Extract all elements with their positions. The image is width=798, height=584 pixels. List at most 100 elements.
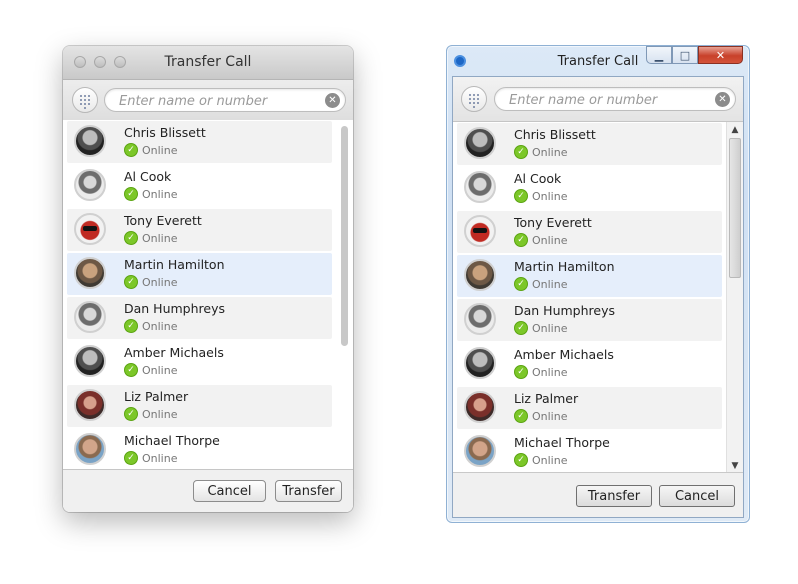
status-label: Online — [142, 187, 178, 201]
contact-row[interactable]: Tony Everett ✓ Online — [453, 210, 743, 254]
avatar — [74, 169, 106, 201]
contact-row[interactable]: Chris Blissett ✓ Online — [63, 120, 353, 164]
contact-name: Tony Everett — [124, 213, 202, 228]
clear-icon[interactable]: ✕ — [325, 93, 340, 108]
avatar — [74, 433, 106, 465]
contact-row[interactable]: Amber Michaels ✓ Online — [63, 340, 353, 384]
status-label: Online — [142, 275, 178, 289]
cancel-button[interactable]: Cancel — [193, 480, 266, 502]
contact-name: Chris Blissett — [124, 125, 206, 140]
avatar — [464, 259, 496, 291]
status-label: Online — [142, 231, 178, 245]
scrollbar-thumb[interactable] — [729, 138, 741, 278]
contact-list[interactable]: Chris Blissett ✓ Online Al Cook ✓ Online Tony … — [63, 120, 353, 512]
online-check-icon: ✓ — [124, 143, 138, 157]
status-label: Online — [532, 277, 568, 291]
contact-row[interactable]: Martin Hamilton ✓ Online — [63, 252, 353, 296]
contact-name: Chris Blissett — [514, 127, 596, 142]
avatar — [464, 347, 496, 379]
contact-row[interactable]: Dan Humphreys ✓ Online — [453, 298, 743, 342]
online-check-icon: ✓ — [514, 145, 528, 159]
window-controls: ▁ □ ✕ — [646, 46, 743, 64]
online-check-icon: ✓ — [124, 187, 138, 201]
row-background — [457, 167, 722, 209]
contact-row[interactable]: Dan Humphreys ✓ Online — [63, 296, 353, 340]
online-check-icon: ✓ — [124, 231, 138, 245]
online-check-icon: ✓ — [124, 407, 138, 421]
transfer-button[interactable]: Transfer — [576, 485, 652, 507]
search-input[interactable] — [117, 91, 321, 111]
maximize-icon[interactable]: □ — [672, 46, 698, 64]
status-label: Online — [142, 407, 178, 421]
avatar — [464, 171, 496, 203]
contact-row[interactable]: Al Cook ✓ Online — [453, 166, 743, 210]
contact-name: Al Cook — [514, 171, 562, 186]
presence-status: ✓ Online — [514, 189, 567, 203]
contact-row[interactable]: Martin Hamilton ✓ Online — [453, 254, 743, 298]
mac-titlebar[interactable]: Transfer Call — [63, 46, 353, 80]
search-field: ✕ — [494, 87, 736, 111]
dialpad-icon[interactable] — [72, 87, 98, 113]
contact-name: Al Cook — [124, 169, 172, 184]
presence-status: ✓ Online — [124, 319, 177, 333]
client-area: ✕ Chris Blissett✓OnlineAl Cook✓OnlineTon… — [452, 76, 744, 518]
status-label: Online — [142, 319, 178, 333]
contact-row[interactable]: Liz Palmer ✓ Online — [453, 386, 743, 430]
scrollbar[interactable]: ▲ ▼ — [726, 122, 743, 474]
presence-status: ✓ Online — [514, 277, 567, 291]
contact-row[interactable]: Michael Thorpe ✓ Online — [453, 430, 743, 474]
avatar — [74, 345, 106, 377]
presence-status: ✓ Online — [124, 363, 177, 377]
contact-name: Tony Everett — [514, 215, 592, 230]
status-label: Online — [532, 365, 568, 379]
presence-status: ✓ Online — [514, 409, 567, 423]
status-label: Online — [142, 451, 178, 465]
close-icon[interactable]: ✕ — [698, 46, 743, 64]
contact-name: Michael Thorpe — [124, 433, 220, 448]
scroll-up-icon[interactable]: ▲ — [727, 122, 743, 138]
avatar — [74, 389, 106, 421]
contact-row[interactable]: Amber Michaels ✓ Online — [453, 342, 743, 386]
search-input[interactable] — [507, 90, 711, 110]
windows-transfer-call-window: Transfer Call ▁ □ ✕ ✕ Chris Blissett✓Onl… — [446, 45, 750, 523]
avatar — [74, 213, 106, 245]
scrollbar-thumb[interactable] — [341, 126, 348, 346]
avatar — [464, 435, 496, 467]
search-bar: ✕ — [63, 80, 353, 121]
online-check-icon: ✓ — [514, 277, 528, 291]
avatar — [464, 391, 496, 423]
contact-row[interactable]: Al Cook ✓ Online — [63, 164, 353, 208]
contact-list[interactable]: Chris Blissett ✓ Online Al Cook ✓ Online Tony … — [453, 122, 743, 474]
presence-status: ✓ Online — [124, 143, 177, 157]
presence-status: ✓ Online — [124, 231, 177, 245]
row-background — [67, 385, 332, 427]
presence-status: ✓ Online — [514, 365, 567, 379]
presence-status: ✓ Online — [124, 451, 177, 465]
button-bar: Cancel Transfer — [63, 469, 353, 512]
search-field: ✕ — [104, 88, 346, 112]
avatar — [74, 301, 106, 333]
scrollbar[interactable] — [341, 126, 348, 416]
avatar — [464, 215, 496, 247]
contact-name: Liz Palmer — [514, 391, 579, 406]
contact-row[interactable]: Tony Everett ✓ Online — [63, 208, 353, 252]
dialpad-icon[interactable] — [461, 86, 487, 112]
contact-row[interactable]: Michael Thorpe ✓ Online — [63, 428, 353, 472]
presence-status: ✓ Online — [124, 407, 177, 421]
transfer-button[interactable]: Transfer — [275, 480, 342, 502]
status-label: Online — [532, 321, 568, 335]
status-label: Online — [532, 145, 568, 159]
contact-row[interactable]: Chris Blissett ✓ Online — [453, 122, 743, 166]
mac-transfer-call-window: Transfer Call ✕ Chris Blissett✓OnlineAl … — [63, 46, 353, 512]
online-check-icon: ✓ — [124, 275, 138, 289]
button-bar: Transfer Cancel — [453, 472, 743, 517]
status-label: Online — [532, 189, 568, 203]
avatar — [464, 303, 496, 335]
minimize-icon[interactable]: ▁ — [646, 46, 672, 64]
presence-status: ✓ Online — [514, 453, 567, 467]
contact-name: Martin Hamilton — [514, 259, 615, 274]
clear-icon[interactable]: ✕ — [715, 92, 730, 107]
contact-row[interactable]: Liz Palmer ✓ Online — [63, 384, 353, 428]
contact-name: Michael Thorpe — [514, 435, 610, 450]
cancel-button[interactable]: Cancel — [659, 485, 735, 507]
